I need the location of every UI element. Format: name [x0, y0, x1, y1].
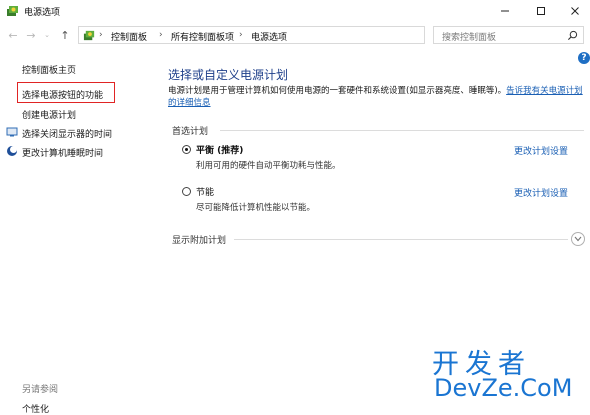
- sidebar-item-display-off-time[interactable]: 选择关闭显示器的时间: [22, 127, 112, 140]
- sleep-moon-icon: [7, 146, 17, 156]
- address-row: ← → ⌄ ↑ › 控制面板 › 所有控制面板项 › 电源选项 ⌄ ↻ 搜索控制…: [0, 22, 590, 48]
- power-options-app-icon: [7, 6, 18, 16]
- maximize-button[interactable]: [524, 0, 558, 22]
- up-arrow-icon[interactable]: ↑: [58, 27, 72, 43]
- monitor-icon: [6, 127, 18, 137]
- close-icon: [571, 7, 579, 15]
- sidebar-home-link[interactable]: 控制面板主页: [22, 63, 76, 76]
- help-icon[interactable]: ?: [578, 52, 590, 64]
- page-title: 选择或自定义电源计划: [168, 68, 289, 82]
- maximize-icon: [537, 7, 545, 15]
- show-additional-plans-label[interactable]: 显示附加计划: [172, 233, 226, 246]
- divider: [234, 239, 568, 240]
- sidebar-item-create-power-plan[interactable]: 创建电源计划: [22, 108, 76, 121]
- power-saver-change-settings-link[interactable]: 更改计划设置: [514, 186, 568, 199]
- balanced-change-settings-link[interactable]: 更改计划设置: [514, 144, 568, 157]
- personalize-link[interactable]: 个性化: [22, 402, 49, 415]
- minimize-button[interactable]: [488, 0, 522, 22]
- sidebar-item-sleep-time[interactable]: 更改计算机睡眠时间: [22, 146, 103, 159]
- description-text: 电源计划是用于管理计算机如何使用电源的一套硬件和系统设置(如显示器亮度、睡眠等)…: [168, 86, 507, 96]
- watermark-latin-text: DevZe.CoM: [434, 374, 573, 402]
- search-input[interactable]: 搜索控制面板: [433, 26, 584, 44]
- see-also-label: 另请参阅: [22, 385, 59, 395]
- chevron-down-icon: [574, 236, 582, 242]
- breadcrumb-separator: ›: [99, 30, 103, 40]
- expand-additional-plans-button[interactable]: [571, 232, 585, 246]
- power-saver-plan-description: 尽可能降低计算机性能以节能。: [196, 203, 316, 213]
- breadcrumb-separator: ›: [159, 30, 163, 40]
- balanced-plan-radio[interactable]: [182, 145, 191, 154]
- search-placeholder: 搜索控制面板: [442, 33, 497, 43]
- address-bar[interactable]: › 控制面板 › 所有控制面板项 › 电源选项 ⌄ ↻: [78, 26, 492, 44]
- breadcrumb-all-items[interactable]: 所有控制面板项: [171, 30, 234, 43]
- back-arrow-icon[interactable]: ←: [6, 27, 20, 43]
- preferred-plans-label: 首选计划: [172, 127, 209, 137]
- minimize-icon: [501, 10, 509, 12]
- forward-arrow-icon[interactable]: →: [24, 27, 38, 43]
- breadcrumb-control-panel[interactable]: 控制面板: [111, 30, 147, 43]
- balanced-plan-description: 利用可用的硬件自动平衡功耗与性能。: [196, 161, 341, 171]
- window-title: 电源选项: [24, 8, 61, 18]
- power-options-window: 电源选项 ← → ⌄ ↑ › 控制面板 › 所有控制面板项 › 电源选项 搜索控…: [0, 0, 590, 415]
- power-saver-plan-radio[interactable]: [182, 187, 191, 196]
- balanced-plan-name[interactable]: 平衡 (推荐): [196, 143, 243, 156]
- power-saver-plan-name[interactable]: 节能: [196, 185, 214, 198]
- breadcrumb-power-options[interactable]: 电源选项: [251, 30, 287, 43]
- control-panel-icon: [83, 30, 95, 41]
- breadcrumb-separator: ›: [239, 30, 243, 40]
- search-icon: [567, 30, 578, 41]
- close-button[interactable]: [558, 0, 590, 22]
- page-description: 电源计划是用于管理计算机如何使用电源的一套硬件和系统设置(如显示器亮度、睡眠等)…: [168, 85, 584, 109]
- divider: [220, 130, 584, 131]
- sidebar-item-power-button-function[interactable]: 选择电源按钮的功能: [22, 88, 103, 101]
- title-bar: 电源选项: [0, 0, 590, 22]
- recent-locations-chevron-icon[interactable]: ⌄: [42, 27, 52, 43]
